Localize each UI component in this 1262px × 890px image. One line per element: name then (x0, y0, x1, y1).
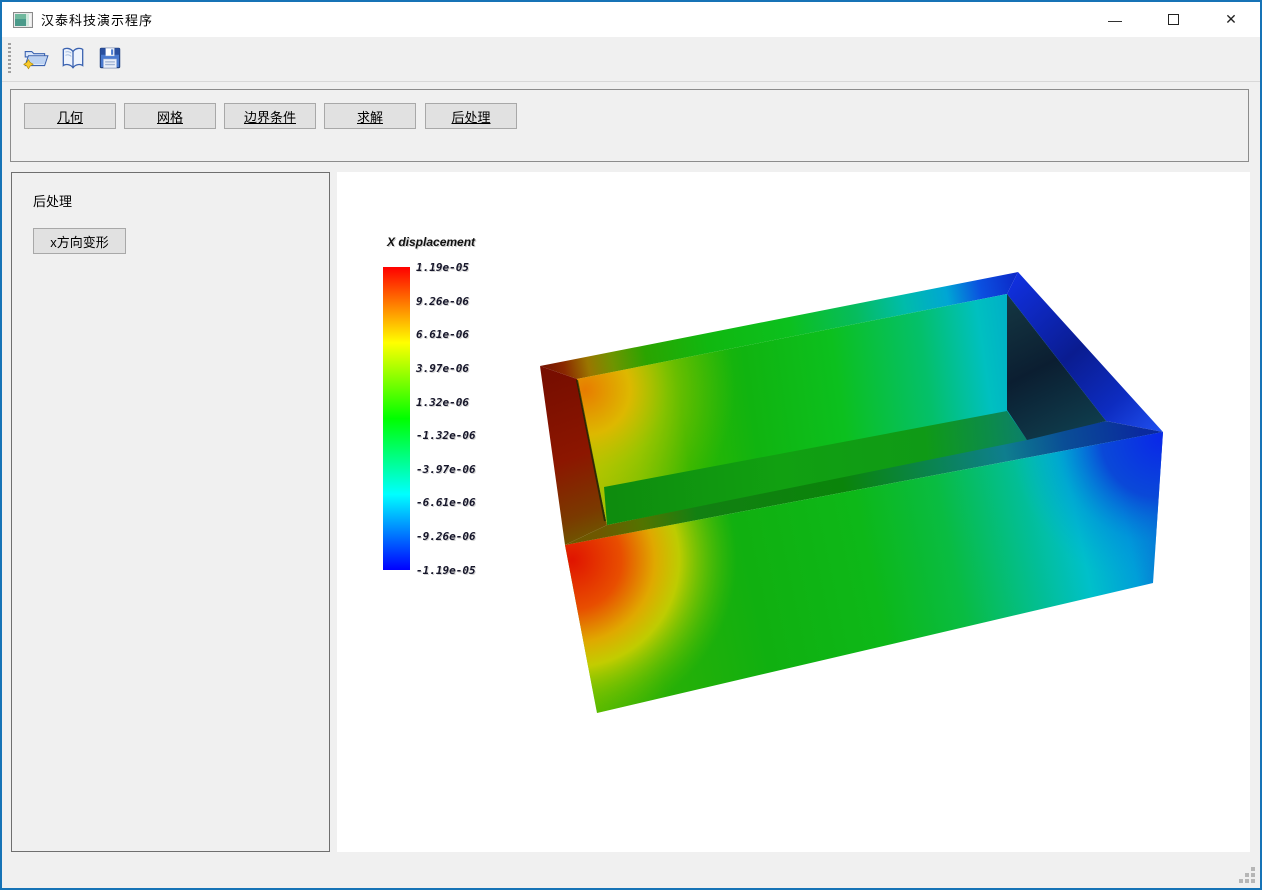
colorbar-tick: -3.97e-06 (416, 463, 476, 476)
colorbar-tick: -6.61e-06 (416, 496, 476, 509)
status-bar (2, 853, 1260, 888)
minimize-button[interactable]: — (1086, 2, 1144, 37)
x-deformation-button[interactable]: x方向变形 (33, 228, 126, 254)
open-model-button[interactable] (56, 42, 90, 76)
maximize-button[interactable] (1144, 2, 1202, 37)
colorbar (383, 267, 410, 570)
colorbar-tick: -1.32e-06 (416, 429, 476, 442)
colorbar-tick: 1.32e-06 (416, 396, 469, 409)
window-controls: — ✕ (1086, 2, 1260, 37)
solve-button[interactable]: 求解 (324, 103, 416, 129)
book-icon (59, 44, 87, 72)
window-title: 汉泰科技演示程序 (41, 10, 153, 29)
colorbar-tick: 1.19e-05 (416, 261, 469, 274)
colorbar-tick: 9.26e-06 (416, 295, 469, 308)
resize-grip[interactable] (1239, 867, 1255, 883)
toolbar-grip-handle[interactable] (8, 43, 11, 75)
geometry-button[interactable]: 几何 (24, 103, 116, 129)
colorbar-tick: -1.19e-05 (416, 564, 476, 577)
model-3d[interactable] (337, 172, 1250, 852)
panel-title: 后处理 (33, 191, 72, 210)
maximize-icon (1168, 14, 1179, 25)
postprocess-button[interactable]: 后处理 (425, 103, 517, 129)
app-window: 汉泰科技演示程序 — ✕ (0, 0, 1262, 890)
colorbar-tick: 3.97e-06 (416, 362, 469, 375)
boundary-conditions-button[interactable]: 边界条件 (224, 103, 316, 129)
render-viewport[interactable]: X displacement 1.19e-05 9.26e-06 6.61e-0… (337, 172, 1250, 852)
mesh-button[interactable]: 网格 (124, 103, 216, 129)
colorbar-tick: -9.26e-06 (416, 530, 476, 543)
colorbar-title: X displacement (387, 235, 475, 249)
save-button[interactable] (93, 42, 127, 76)
app-icon (13, 12, 33, 28)
workflow-group: 几何 网格 边界条件 求解 后处理 (10, 89, 1249, 162)
open-project-button[interactable] (19, 42, 53, 76)
colorbar-tick: 6.61e-06 (416, 328, 469, 341)
close-button[interactable]: ✕ (1202, 2, 1260, 37)
toolbar (2, 37, 1260, 82)
postprocess-panel: 后处理 x方向变形 (11, 172, 330, 852)
floppy-icon (96, 44, 124, 72)
title-bar: 汉泰科技演示程序 — ✕ (2, 2, 1260, 37)
folder-open-icon (22, 44, 50, 72)
